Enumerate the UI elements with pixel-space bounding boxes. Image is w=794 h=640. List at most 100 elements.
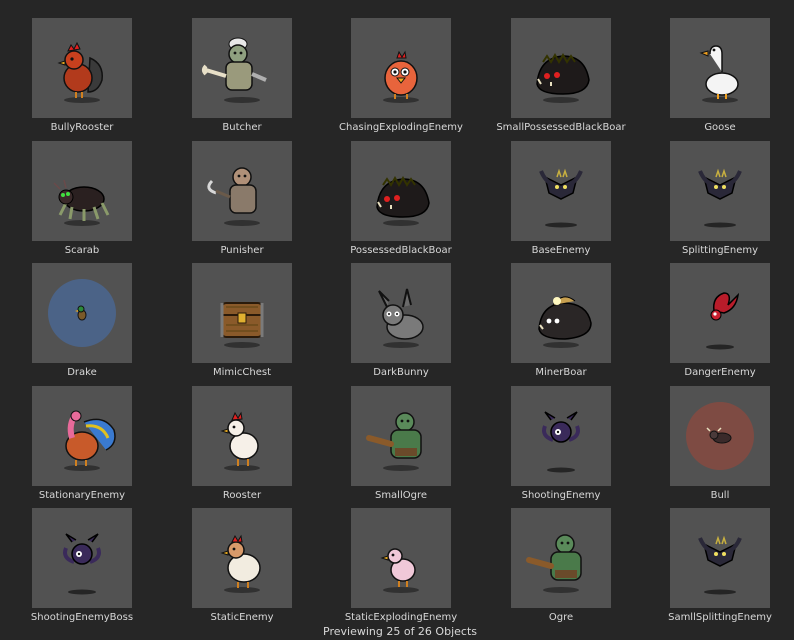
asset-thumbnail	[511, 141, 611, 241]
asset-thumbnail	[670, 508, 770, 608]
red-bird-icon	[351, 18, 451, 118]
asset-tile[interactable]: StationaryEnemy	[0, 386, 160, 508]
asset-label: Punisher	[220, 245, 264, 256]
red-bat-icon	[670, 263, 770, 363]
asset-thumbnail	[32, 508, 132, 608]
asset-label: BaseEnemy	[531, 245, 591, 256]
asset-tile[interactable]: StaticExplodingEnemy	[319, 508, 479, 630]
asset-thumbnail	[32, 263, 132, 363]
asset-thumbnail	[351, 18, 451, 118]
asset-label: StaticEnemy	[210, 612, 274, 623]
asset-tile[interactable]: SplittingEnemy	[638, 141, 794, 263]
miner-boar-icon	[511, 263, 611, 363]
asset-label: Bull	[710, 490, 730, 501]
asset-label: Goose	[704, 122, 736, 133]
asset-label: SplittingEnemy	[681, 245, 759, 256]
asset-thumbnail	[670, 263, 770, 363]
asset-label: ShootingEnemy	[521, 490, 601, 501]
purple-bat-icon	[32, 508, 132, 608]
asset-tile[interactable]: ShootingEnemy	[479, 386, 639, 508]
goose-icon	[670, 18, 770, 118]
bunny-icon	[351, 263, 451, 363]
asset-tile[interactable]: MinerBoar	[479, 263, 639, 385]
asset-label: Rooster	[222, 490, 262, 501]
asset-thumbnail	[192, 263, 292, 363]
asset-thumbnail	[351, 263, 451, 363]
asset-label: ChasingExplodingEnemy	[339, 122, 463, 133]
asset-label: PossessedBlackBoar	[350, 245, 452, 256]
asset-tile[interactable]: Scarab	[0, 141, 160, 263]
asset-tile[interactable]: Butcher	[160, 18, 320, 140]
drake-icon	[32, 263, 132, 363]
asset-label: MinerBoar	[535, 367, 587, 378]
asset-label: Scarab	[64, 245, 100, 256]
asset-preview-grid: BullyRooster Butcher ChasingExplodingEne…	[0, 0, 794, 638]
asset-tile[interactable]: Goose	[638, 18, 794, 140]
asset-label: StaticExplodingEnemy	[344, 612, 458, 623]
asset-thumbnail	[32, 141, 132, 241]
asset-tile[interactable]: BaseEnemy	[479, 141, 639, 263]
asset-tile[interactable]: PossessedBlackBoar	[319, 141, 479, 263]
asset-thumbnail	[192, 18, 292, 118]
purple-bat-icon	[511, 386, 611, 486]
asset-thumbnail	[192, 386, 292, 486]
asset-tile[interactable]: Rooster	[160, 386, 320, 508]
asset-label: ShootingEnemyBoss	[30, 612, 134, 623]
black-boar-icon	[511, 18, 611, 118]
asset-tile[interactable]: BullyRooster	[0, 18, 160, 140]
pink-bird-icon	[351, 508, 451, 608]
bat-icon	[670, 508, 770, 608]
asset-thumbnail	[351, 141, 451, 241]
asset-label: Ogre	[548, 612, 574, 623]
black-boar-icon	[351, 141, 451, 241]
asset-label: StationaryEnemy	[38, 490, 126, 501]
butcher-icon	[192, 18, 292, 118]
asset-tile[interactable]: Ogre	[479, 508, 639, 630]
asset-thumbnail	[511, 263, 611, 363]
hen-icon	[192, 508, 292, 608]
asset-label: MimicChest	[212, 367, 272, 378]
asset-label: SamllSplittingEnemy	[668, 612, 772, 623]
asset-label: SmallOgre	[374, 490, 428, 501]
asset-tile[interactable]: Bull	[638, 386, 794, 508]
asset-label: SmallPossessedBlackBoar	[496, 122, 626, 133]
asset-tile[interactable]: SmallOgre	[319, 386, 479, 508]
asset-tile[interactable]: SamllSplittingEnemy	[638, 508, 794, 630]
ogre-icon	[511, 508, 611, 608]
asset-tile[interactable]: ShootingEnemyBoss	[0, 508, 160, 630]
asset-thumbnail	[351, 386, 451, 486]
asset-thumbnail	[192, 508, 292, 608]
bat-icon	[670, 141, 770, 241]
ogre-icon	[351, 386, 451, 486]
scarab-icon	[32, 141, 132, 241]
asset-thumbnail	[511, 18, 611, 118]
asset-label: BullyRooster	[50, 122, 114, 133]
asset-label: DarkBunny	[373, 367, 429, 378]
asset-thumbnail	[32, 386, 132, 486]
asset-thumbnail	[670, 18, 770, 118]
asset-thumbnail	[670, 141, 770, 241]
asset-thumbnail	[670, 386, 770, 486]
asset-tile[interactable]: MimicChest	[160, 263, 320, 385]
asset-thumbnail	[511, 386, 611, 486]
asset-tile[interactable]: SmallPossessedBlackBoar	[479, 18, 639, 140]
asset-tile[interactable]: Punisher	[160, 141, 320, 263]
asset-label: Butcher	[222, 122, 262, 133]
bull-icon	[670, 386, 770, 486]
asset-label: DangerEnemy	[684, 367, 756, 378]
asset-tile[interactable]: Drake	[0, 263, 160, 385]
asset-thumbnail	[32, 18, 132, 118]
rooster-icon	[32, 18, 132, 118]
asset-label: Drake	[67, 367, 97, 378]
asset-tile[interactable]: DarkBunny	[319, 263, 479, 385]
turkey-icon	[32, 386, 132, 486]
asset-thumbnail	[192, 141, 292, 241]
asset-tile[interactable]: StaticEnemy	[160, 508, 320, 630]
chicken-icon	[192, 386, 292, 486]
asset-tile[interactable]: ChasingExplodingEnemy	[319, 18, 479, 140]
asset-thumbnail	[511, 508, 611, 608]
asset-thumbnail	[351, 508, 451, 608]
chest-icon	[192, 263, 292, 363]
asset-tile[interactable]: DangerEnemy	[638, 263, 794, 385]
punisher-icon	[192, 141, 292, 241]
